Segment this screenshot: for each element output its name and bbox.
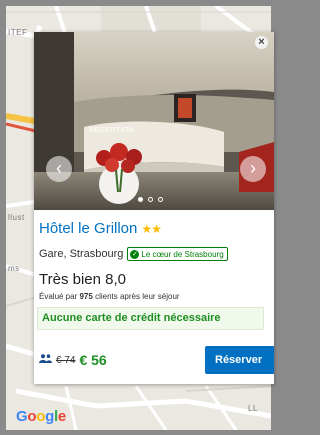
- location-text: Gare, Strasbourg: [39, 248, 124, 260]
- people-icon: [39, 354, 52, 366]
- close-icon: ×: [258, 36, 265, 48]
- location-badge: ✓ Le cœur de Strasbourg: [127, 247, 228, 261]
- reception-photo-image: [34, 32, 274, 210]
- map-street-label: llust: [8, 213, 25, 222]
- google-logo-letter: G: [16, 408, 28, 425]
- reserve-button[interactable]: Réserver: [205, 346, 274, 374]
- google-logo-letter: o: [36, 408, 46, 425]
- location-row: Gare, Strasbourg ✓ Le cœur de Strasbourg: [39, 247, 228, 261]
- map-street-label: ITEF: [8, 28, 28, 37]
- next-photo-button[interactable]: ›: [240, 156, 266, 182]
- hotel-photo[interactable]: RECEPTION × ‹ ›: [34, 32, 274, 210]
- review-score: Très bien 8,0: [39, 271, 126, 288]
- original-price: € 74: [56, 354, 76, 366]
- google-logo-letter: g: [45, 408, 54, 425]
- discounted-price: € 56: [79, 352, 107, 368]
- pagination-dot[interactable]: [148, 197, 153, 202]
- title-row: Hôtel le Grillon ★★: [39, 220, 162, 237]
- hotel-card[interactable]: RECEPTION × ‹ › Hôtel le Grillon ★★ Gare…: [34, 32, 274, 384]
- pagination-dot[interactable]: [158, 197, 163, 202]
- map-street-label: ms: [8, 264, 20, 273]
- hotel-name-link[interactable]: Hôtel le Grillon: [39, 220, 137, 237]
- review-count-number: 975: [79, 292, 93, 301]
- reception-sign: RECEPTION: [89, 127, 135, 134]
- review-count: Évalué par 975 clients après leur séjour: [39, 292, 180, 301]
- previous-photo-button[interactable]: ‹: [46, 156, 72, 182]
- no-credit-card-notice: Aucune carte de crédit nécessaire: [37, 307, 264, 330]
- location-badge-label: Le cœur de Strasbourg: [141, 249, 224, 259]
- google-logo[interactable]: Google: [16, 408, 66, 425]
- check-icon: ✓: [130, 249, 140, 259]
- review-suffix: clients après leur séjour: [95, 292, 180, 301]
- chevron-left-icon: ‹: [56, 158, 62, 178]
- review-prefix: Évalué par: [39, 292, 78, 301]
- close-button[interactable]: ×: [255, 36, 268, 49]
- photo-pagination: [138, 197, 163, 202]
- chevron-right-icon: ›: [250, 158, 256, 178]
- map-street-label: LL: [248, 404, 258, 413]
- google-logo-letter: e: [57, 408, 66, 425]
- google-logo-letter: o: [27, 408, 37, 425]
- star-rating-icon: ★★: [141, 221, 161, 236]
- price-row: € 74 € 56: [39, 352, 107, 368]
- pagination-dot[interactable]: [138, 197, 143, 202]
